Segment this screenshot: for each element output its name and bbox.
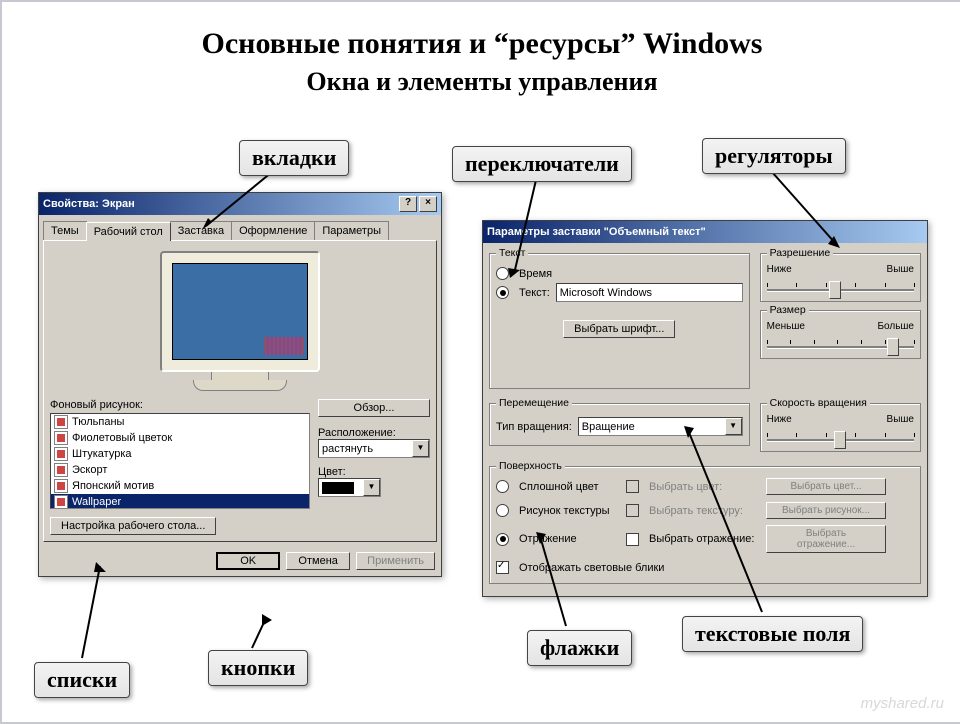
checkbox-icon — [626, 480, 639, 493]
customize-desktop-button[interactable]: Настройка рабочего стола... — [50, 517, 216, 535]
watermark: myshared.ru — [861, 695, 944, 712]
chevron-down-icon: ▼ — [363, 479, 380, 496]
checkbox-icon — [626, 504, 639, 517]
text-input[interactable]: Microsoft Windows — [556, 283, 743, 302]
callout-checkboxes: флажки — [527, 630, 632, 666]
background-listbox[interactable]: Тюльпаны Фиолетовый цветок Штукатурка Эс… — [50, 413, 310, 509]
tab-desktop[interactable]: Рабочий стол — [86, 222, 171, 241]
radio-icon[interactable] — [496, 533, 509, 546]
radio-icon[interactable] — [496, 286, 509, 299]
slider-thumb[interactable] — [834, 431, 846, 449]
callout-lists: списки — [34, 662, 130, 698]
choose-reflection-button: Выбрать отражение... — [766, 525, 886, 553]
placement-select[interactable]: растянуть ▼ — [318, 439, 430, 458]
browse-button[interactable]: Обзор... — [318, 399, 430, 417]
dialog-title: Свойства: Экран — [43, 198, 135, 210]
chevron-down-icon: ▼ — [412, 440, 429, 457]
tab-themes[interactable]: Темы — [43, 221, 87, 240]
cancel-button[interactable]: Отмена — [286, 552, 350, 570]
list-item[interactable]: Фиолетовый цветок — [51, 430, 309, 446]
group-resolution: Разрешение НижеВыше — [760, 253, 921, 302]
radio-row[interactable]: Сплошной цвет — [496, 480, 626, 493]
page-subtitle: Окна и элементы управления — [2, 67, 960, 97]
image-icon — [54, 495, 68, 509]
list-item[interactable]: Японский мотив — [51, 478, 309, 494]
callout-tabs: вкладки — [239, 140, 349, 176]
radio-icon[interactable] — [496, 504, 509, 517]
ok-button[interactable]: OK — [216, 552, 280, 570]
radio-icon[interactable] — [496, 480, 509, 493]
image-icon — [54, 479, 68, 493]
color-swatch — [322, 482, 354, 494]
image-icon — [54, 463, 68, 477]
color-select[interactable]: ▼ — [318, 478, 381, 497]
checkbox-icon[interactable] — [626, 533, 639, 546]
help-button[interactable]: ? — [399, 196, 417, 212]
image-icon — [54, 447, 68, 461]
placement-label: Расположение: — [318, 427, 430, 439]
list-item[interactable]: Эскорт — [51, 462, 309, 478]
callout-textfields: текстовые поля — [682, 616, 863, 652]
slider-thumb[interactable] — [887, 338, 899, 356]
list-item[interactable]: Wallpaper — [51, 494, 309, 509]
background-label: Фоновый рисунок: — [50, 399, 310, 411]
callout-sliders: регуляторы — [702, 138, 846, 174]
size-slider[interactable] — [767, 332, 914, 356]
group-size: Размер МеньшеБольше — [760, 310, 921, 359]
choose-font-button[interactable]: Выбрать шрифт... — [563, 320, 675, 338]
callout-radios: переключатели — [452, 146, 632, 182]
list-item[interactable]: Тюльпаны — [51, 414, 309, 430]
callout-buttons: кнопки — [208, 650, 308, 686]
monitor-preview — [160, 251, 320, 391]
resolution-slider[interactable] — [767, 275, 914, 299]
display-properties-dialog: Свойства: Экран ? × Темы Рабочий стол За… — [38, 192, 442, 577]
group-speed: Скорость вращения НижеВыше — [760, 403, 921, 452]
checkbox-icon[interactable] — [496, 561, 509, 574]
radio-row[interactable]: Текст: Microsoft Windows — [496, 283, 743, 302]
image-icon — [54, 431, 68, 445]
slider-thumb[interactable] — [829, 281, 841, 299]
speed-slider[interactable] — [767, 425, 914, 449]
choose-color-button: Выбрать цвет... — [766, 478, 886, 495]
choose-texture-button: Выбрать рисунок... — [766, 502, 886, 519]
color-label: Цвет: — [318, 466, 430, 478]
close-button[interactable]: × — [419, 196, 437, 212]
tab-settings[interactable]: Параметры — [314, 221, 389, 240]
page-title: Основные понятия и “ресурсы” Windows — [2, 27, 960, 61]
image-icon — [54, 415, 68, 429]
radio-row[interactable]: Рисунок текстуры — [496, 504, 626, 517]
apply-button[interactable]: Применить — [356, 552, 435, 570]
list-item[interactable]: Штукатурка — [51, 446, 309, 462]
